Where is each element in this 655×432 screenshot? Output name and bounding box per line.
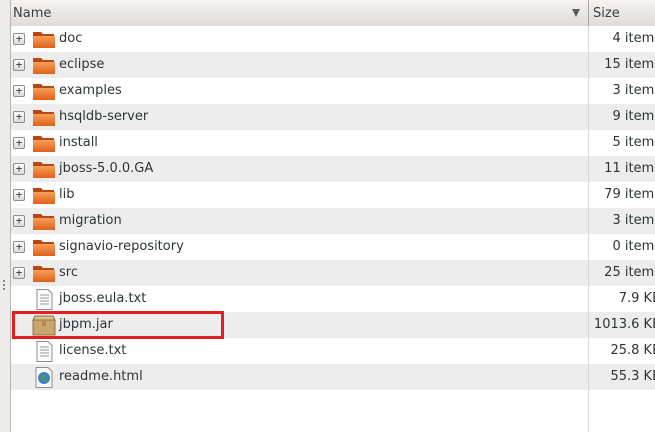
expand-icon[interactable]: + [13, 85, 25, 97]
file-name: jboss.eula.txt [59, 291, 147, 306]
file-size: 15 items [589, 52, 655, 78]
folder-icon [32, 159, 56, 180]
file-name: license.txt [59, 343, 127, 358]
column-header: Name Size [11, 0, 655, 27]
file-size: 11 items [589, 156, 655, 182]
file-size: 1013.6 KB [589, 312, 655, 338]
file-row[interactable]: + doc 4 items [11, 26, 655, 52]
expand-icon[interactable]: + [13, 189, 25, 201]
expand-icon[interactable]: + [13, 137, 25, 149]
name-column-header[interactable]: Name [11, 0, 589, 26]
file-size-text: 25.8 KB [610, 343, 655, 358]
file-size: 25 items [589, 260, 655, 286]
file-name: jboss-5.0.0.GA [59, 161, 154, 176]
file-size: 3 items [589, 78, 655, 104]
html-file-icon [32, 367, 56, 388]
folder-icon [32, 185, 56, 206]
folder-icon [32, 107, 56, 128]
expand-icon[interactable]: + [13, 111, 25, 123]
side-pane-border [0, 0, 11, 432]
name-column-label: Name [13, 6, 52, 21]
folder-icon [32, 81, 56, 102]
file-size: 79 items [589, 182, 655, 208]
column-divider [588, 390, 589, 432]
expand-icon[interactable]: + [13, 59, 25, 71]
file-size-text: 3 items [612, 83, 655, 98]
file-name: lib [59, 187, 75, 202]
expand-icon[interactable]: + [13, 33, 25, 45]
file-size-text: 55.3 KB [610, 369, 655, 384]
file-size: 4 items [589, 26, 655, 52]
file-size-text: 11 items [604, 161, 655, 176]
file-row[interactable]: + jboss-5.0.0.GA 11 items [11, 156, 655, 182]
file-row[interactable]: + examples 3 items [11, 78, 655, 104]
sort-descending-icon [572, 9, 580, 17]
file-name: install [59, 135, 98, 150]
folder-icon [32, 29, 56, 50]
file-row[interactable]: jboss.eula.txt 7.9 KB [11, 286, 655, 312]
expand-icon[interactable]: + [13, 215, 25, 227]
file-name: signavio-repository [59, 239, 184, 254]
file-row[interactable]: + signavio-repository 0 items [11, 234, 655, 260]
file-row[interactable]: license.txt 25.8 KB [11, 338, 655, 364]
file-size: 7.9 KB [589, 286, 655, 312]
file-size-text: 7.9 KB [618, 291, 655, 306]
file-name: migration [59, 213, 122, 228]
file-size-text: 15 items [604, 57, 655, 72]
file-size-text: 79 items [604, 187, 655, 202]
file-name: src [59, 265, 78, 280]
file-size: 9 items [589, 104, 655, 130]
file-name: eclipse [59, 57, 105, 72]
file-size-text: 4 items [612, 31, 655, 46]
file-size: 55.3 KB [589, 364, 655, 390]
folder-icon [32, 263, 56, 284]
expand-icon[interactable]: + [13, 163, 25, 175]
file-row[interactable]: readme.html 55.3 KB [11, 364, 655, 390]
file-size-text: 0 items [612, 239, 655, 254]
text-file-icon [32, 341, 56, 362]
file-row[interactable]: + lib 79 items [11, 182, 655, 208]
pane-resize-grip[interactable] [3, 280, 6, 294]
expand-icon[interactable]: + [13, 267, 25, 279]
file-row[interactable]: + migration 3 items [11, 208, 655, 234]
folder-icon [32, 133, 56, 154]
file-size-text: 1013.6 KB [593, 317, 655, 332]
file-size: 0 items [589, 234, 655, 260]
highlight-box [12, 311, 224, 339]
file-row[interactable]: + hsqldb-server 9 items [11, 104, 655, 130]
file-name: readme.html [59, 369, 143, 384]
size-column-header[interactable]: Size [590, 0, 655, 26]
folder-icon [32, 237, 56, 258]
file-size: 5 items [589, 130, 655, 156]
file-size-text: 5 items [612, 135, 655, 150]
file-name: examples [59, 83, 122, 98]
text-file-icon [32, 289, 56, 310]
file-row[interactable]: + install 5 items [11, 130, 655, 156]
file-size-text: 3 items [612, 213, 655, 228]
file-size-text: 25 items [604, 265, 655, 280]
file-row[interactable]: + eclipse 15 items [11, 52, 655, 78]
file-row[interactable]: + src 25 items [11, 260, 655, 286]
expand-icon[interactable]: + [13, 241, 25, 253]
file-size: 25.8 KB [589, 338, 655, 364]
size-column-label: Size [593, 6, 620, 21]
file-name: hsqldb-server [59, 109, 149, 124]
file-name: doc [59, 31, 83, 46]
file-size-text: 9 items [612, 109, 655, 124]
folder-icon [32, 211, 56, 232]
file-size: 3 items [589, 208, 655, 234]
folder-icon [32, 55, 56, 76]
